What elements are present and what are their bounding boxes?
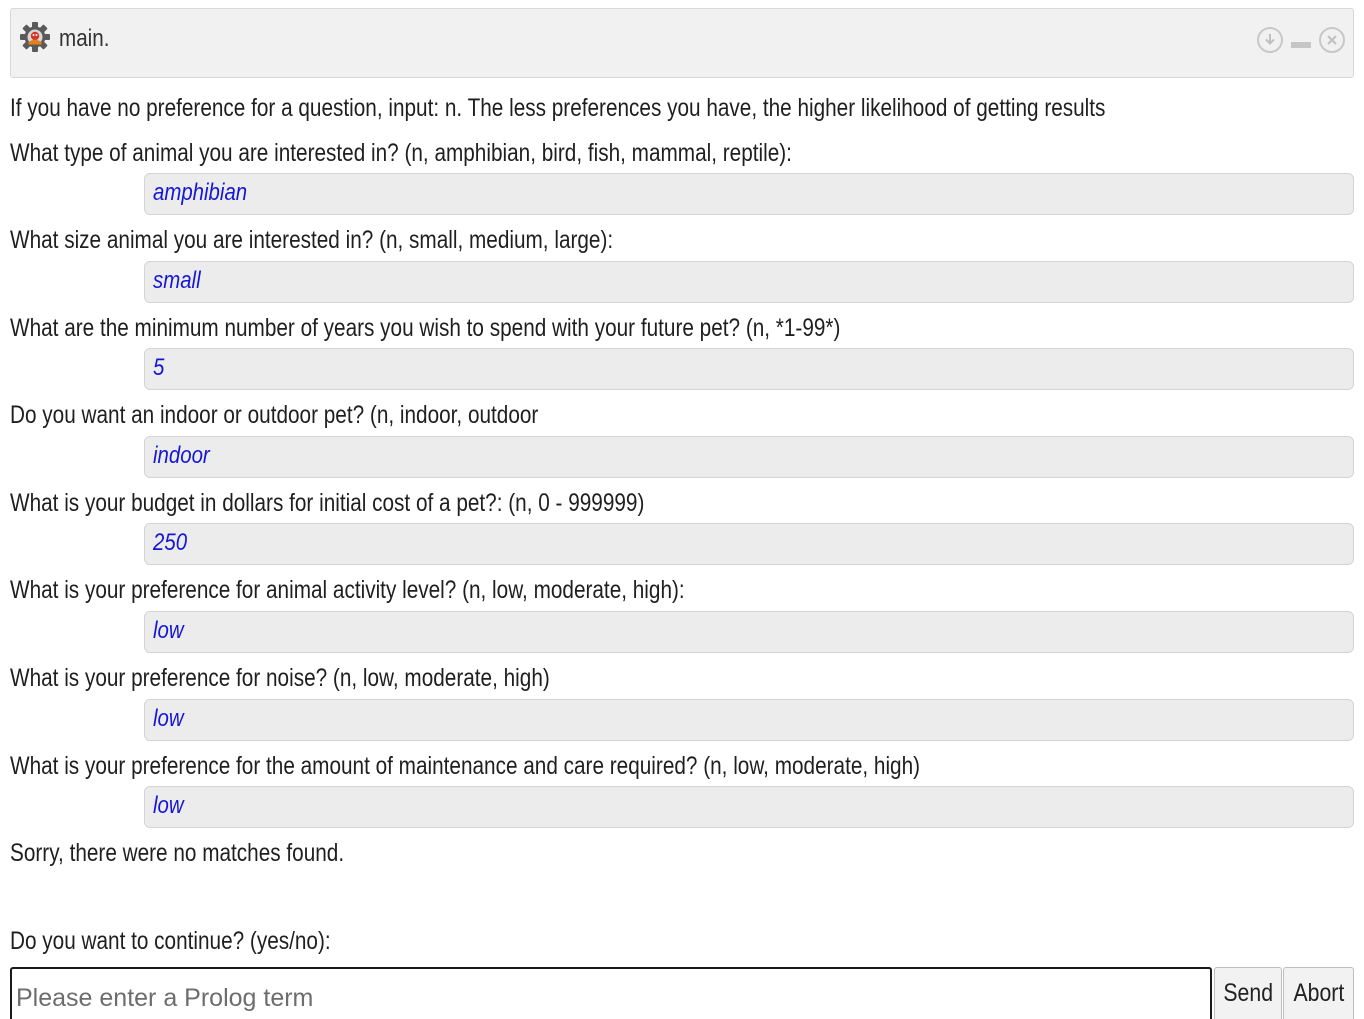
question-2-prompt: What size animal you are interested in? …: [10, 226, 614, 254]
answer-3-text: 5: [153, 354, 165, 381]
answer-2-text: small: [153, 267, 201, 294]
answer-5-text: 250: [153, 529, 188, 556]
send-button[interactable]: Send: [1214, 967, 1282, 1019]
prompt-input-row: Send Abort: [10, 967, 1354, 1019]
question-3-prompt: What are the minimum number of years you…: [10, 314, 841, 342]
answer-1-box: amphibian: [144, 173, 1354, 215]
answer-3-box: 5: [144, 348, 1354, 390]
answer-5-box: 250: [144, 523, 1354, 565]
answer-1-text: amphibian: [153, 179, 248, 206]
answer-8-box: low: [144, 786, 1354, 828]
question-8-prompt: What is your preference for the amount o…: [10, 752, 921, 780]
pengine-console: main. If you have no preference for a qu…: [0, 0, 1364, 1019]
question-1-prompt: What type of animal you are interested i…: [10, 139, 792, 167]
answer-7-box: low: [144, 699, 1354, 741]
prolog-term-input[interactable]: [10, 967, 1212, 1019]
console-output: If you have no preference for a question…: [0, 0, 1364, 1019]
answer-2-box: small: [144, 261, 1354, 303]
question-5-prompt: What is your budget in dollars for initi…: [10, 489, 645, 517]
answer-6-box: low: [144, 611, 1354, 653]
intro-text: If you have no preference for a question…: [10, 94, 1106, 122]
answer-8-text: low: [153, 792, 184, 819]
question-6-prompt: What is your preference for animal activ…: [10, 576, 685, 604]
answer-7-text: low: [153, 705, 184, 732]
question-7-prompt: What is your preference for noise? (n, l…: [10, 664, 550, 692]
answer-6-text: low: [153, 617, 184, 644]
answer-4-text: indoor: [153, 442, 210, 469]
abort-button-label: Abort: [1293, 979, 1344, 1007]
send-button-label: Send: [1223, 979, 1273, 1007]
abort-button[interactable]: Abort: [1283, 967, 1354, 1019]
question-4-prompt: Do you want an indoor or outdoor pet? (n…: [10, 401, 539, 429]
result-message: Sorry, there were no matches found.: [10, 839, 345, 867]
continue-prompt: Do you want to continue? (yes/no):: [10, 927, 331, 955]
answer-4-box: indoor: [144, 436, 1354, 478]
